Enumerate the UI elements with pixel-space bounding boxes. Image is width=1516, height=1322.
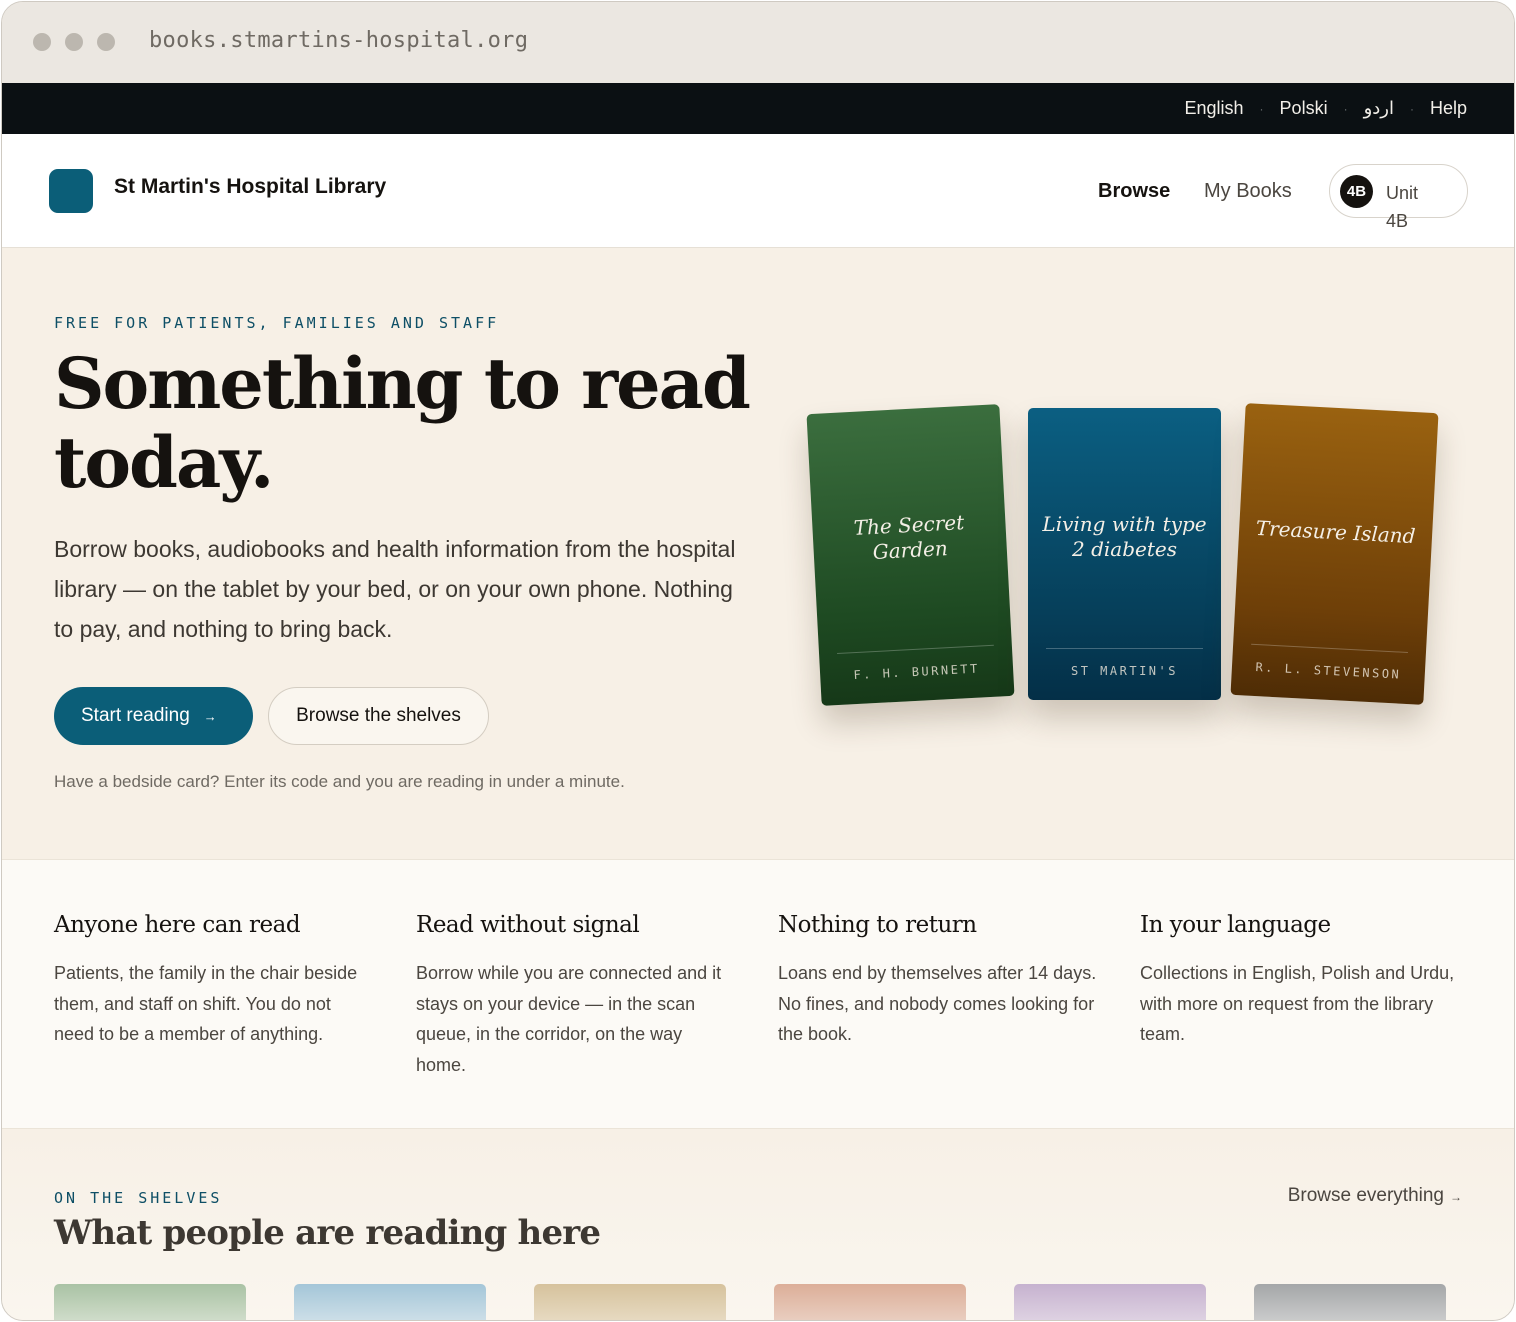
hero-eyebrow: FREE FOR PATIENTS, FAMILIES AND STAFF xyxy=(54,314,500,332)
book-cover-secret-garden[interactable]: The Secret Garden F. H. BURNETT xyxy=(806,404,1015,706)
arrow-right-icon: → xyxy=(1450,1190,1462,1204)
address-bar[interactable]: books.stmartins-hospital.org xyxy=(149,28,528,53)
browser-chrome: books.stmartins-hospital.org xyxy=(2,2,1514,83)
browse-everything-link[interactable]: Browse everything → xyxy=(1288,1185,1462,1207)
bedside-card-note: Have a bedside card? Enter its code and … xyxy=(54,772,625,791)
window-close-dot[interactable] xyxy=(33,33,51,51)
feature-title: In your language xyxy=(1140,912,1331,938)
arrow-right-icon: → xyxy=(203,708,217,724)
library-logo-icon[interactable] xyxy=(49,169,93,213)
shelves-eyebrow: ON THE SHELVES xyxy=(54,1189,223,1207)
book-divider xyxy=(1251,643,1408,653)
book-title: The Secret Garden xyxy=(853,510,965,564)
separator-dot: · xyxy=(1409,101,1414,116)
separator-dot: · xyxy=(1259,101,1264,116)
help-link[interactable]: Help xyxy=(1430,98,1467,119)
shelf-book-card[interactable] xyxy=(534,1284,726,1320)
book-title: Living with type 2 diabetes xyxy=(1042,512,1207,561)
site-header: St Martin's Hospital Library Browse My B… xyxy=(2,134,1514,248)
unit-badge: 4B xyxy=(1340,175,1373,208)
book-cover-diabetes[interactable]: Living with type 2 diabetes ST MARTIN'S xyxy=(1028,408,1221,700)
language-bar: English · Polski · اردو · Help xyxy=(2,83,1514,134)
feature-title: Nothing to return xyxy=(778,912,977,938)
browser-window: books.stmartins-hospital.org English · P… xyxy=(1,1,1515,1321)
window-minimize-dot[interactable] xyxy=(65,33,83,51)
site-brand[interactable]: St Martin's Hospital Library xyxy=(114,175,386,199)
book-author: R. L. STEVENSON xyxy=(1255,660,1402,682)
book-divider xyxy=(837,644,994,654)
lang-urdu-link[interactable]: اردو xyxy=(1364,98,1394,119)
hero-section: FREE FOR PATIENTS, FAMILIES AND STAFF So… xyxy=(2,248,1514,859)
hero-description: Borrow books, audiobooks and health info… xyxy=(54,536,736,642)
book-title: Treasure Island xyxy=(1255,515,1417,549)
window-zoom-dot[interactable] xyxy=(97,33,115,51)
nav-my-books-link[interactable]: My Books xyxy=(1204,180,1292,203)
feature-language: In your language Collections in English,… xyxy=(1140,912,1460,1050)
browse-shelves-button[interactable]: Browse the shelves xyxy=(268,687,489,745)
feature-text: Patients, the family in the chair beside… xyxy=(54,963,358,1044)
book-author: ST MARTIN'S xyxy=(1071,664,1178,678)
shelves-title: What people are reading here xyxy=(54,1213,601,1253)
lang-english-link[interactable]: English xyxy=(1185,98,1244,119)
book-divider xyxy=(1046,648,1203,649)
separator-dot: · xyxy=(1343,101,1348,116)
nav-browse-link[interactable]: Browse xyxy=(1098,180,1170,203)
feature-text: Collections in English, Polish and Urdu,… xyxy=(1140,963,1455,1044)
feature-offline: Read without signal Borrow while you are… xyxy=(416,912,736,1080)
shelves-section: ON THE SHELVES What people are reading h… xyxy=(2,1129,1514,1320)
hero-title: Something to read today. xyxy=(54,342,751,504)
shelf-book-card[interactable] xyxy=(774,1284,966,1320)
feature-anyone: Anyone here can read Patients, the famil… xyxy=(54,912,374,1050)
unit-selector-button[interactable]: 4B Unit 4B xyxy=(1329,164,1468,231)
shelf-book-card[interactable] xyxy=(1014,1284,1206,1320)
feature-text: Loans end by themselves after 14 days. N… xyxy=(778,963,1097,1044)
unit-label: Unit 4B xyxy=(1386,183,1419,231)
feature-title: Read without signal xyxy=(416,912,640,938)
features-section: Anyone here can read Patients, the famil… xyxy=(2,859,1514,1129)
browse-everything-label: Browse everything xyxy=(1287,1185,1444,1206)
feature-text: Borrow while you are connected and it st… xyxy=(416,963,722,1075)
shelf-book-card[interactable] xyxy=(294,1284,486,1320)
book-author: F. H. BURNETT xyxy=(853,661,981,683)
book-cover-treasure-island[interactable]: Treasure Island R. L. STEVENSON xyxy=(1230,403,1439,705)
shelf-book-card[interactable] xyxy=(54,1284,246,1320)
feature-title: Anyone here can read xyxy=(54,912,301,938)
start-reading-button[interactable]: Start reading → xyxy=(54,687,253,745)
start-reading-label: Start reading xyxy=(81,705,190,726)
lang-polski-link[interactable]: Polski xyxy=(1280,98,1328,119)
feature-no-return: Nothing to return Loans end by themselve… xyxy=(778,912,1098,1050)
shelf-book-card[interactable] xyxy=(1254,1284,1446,1320)
